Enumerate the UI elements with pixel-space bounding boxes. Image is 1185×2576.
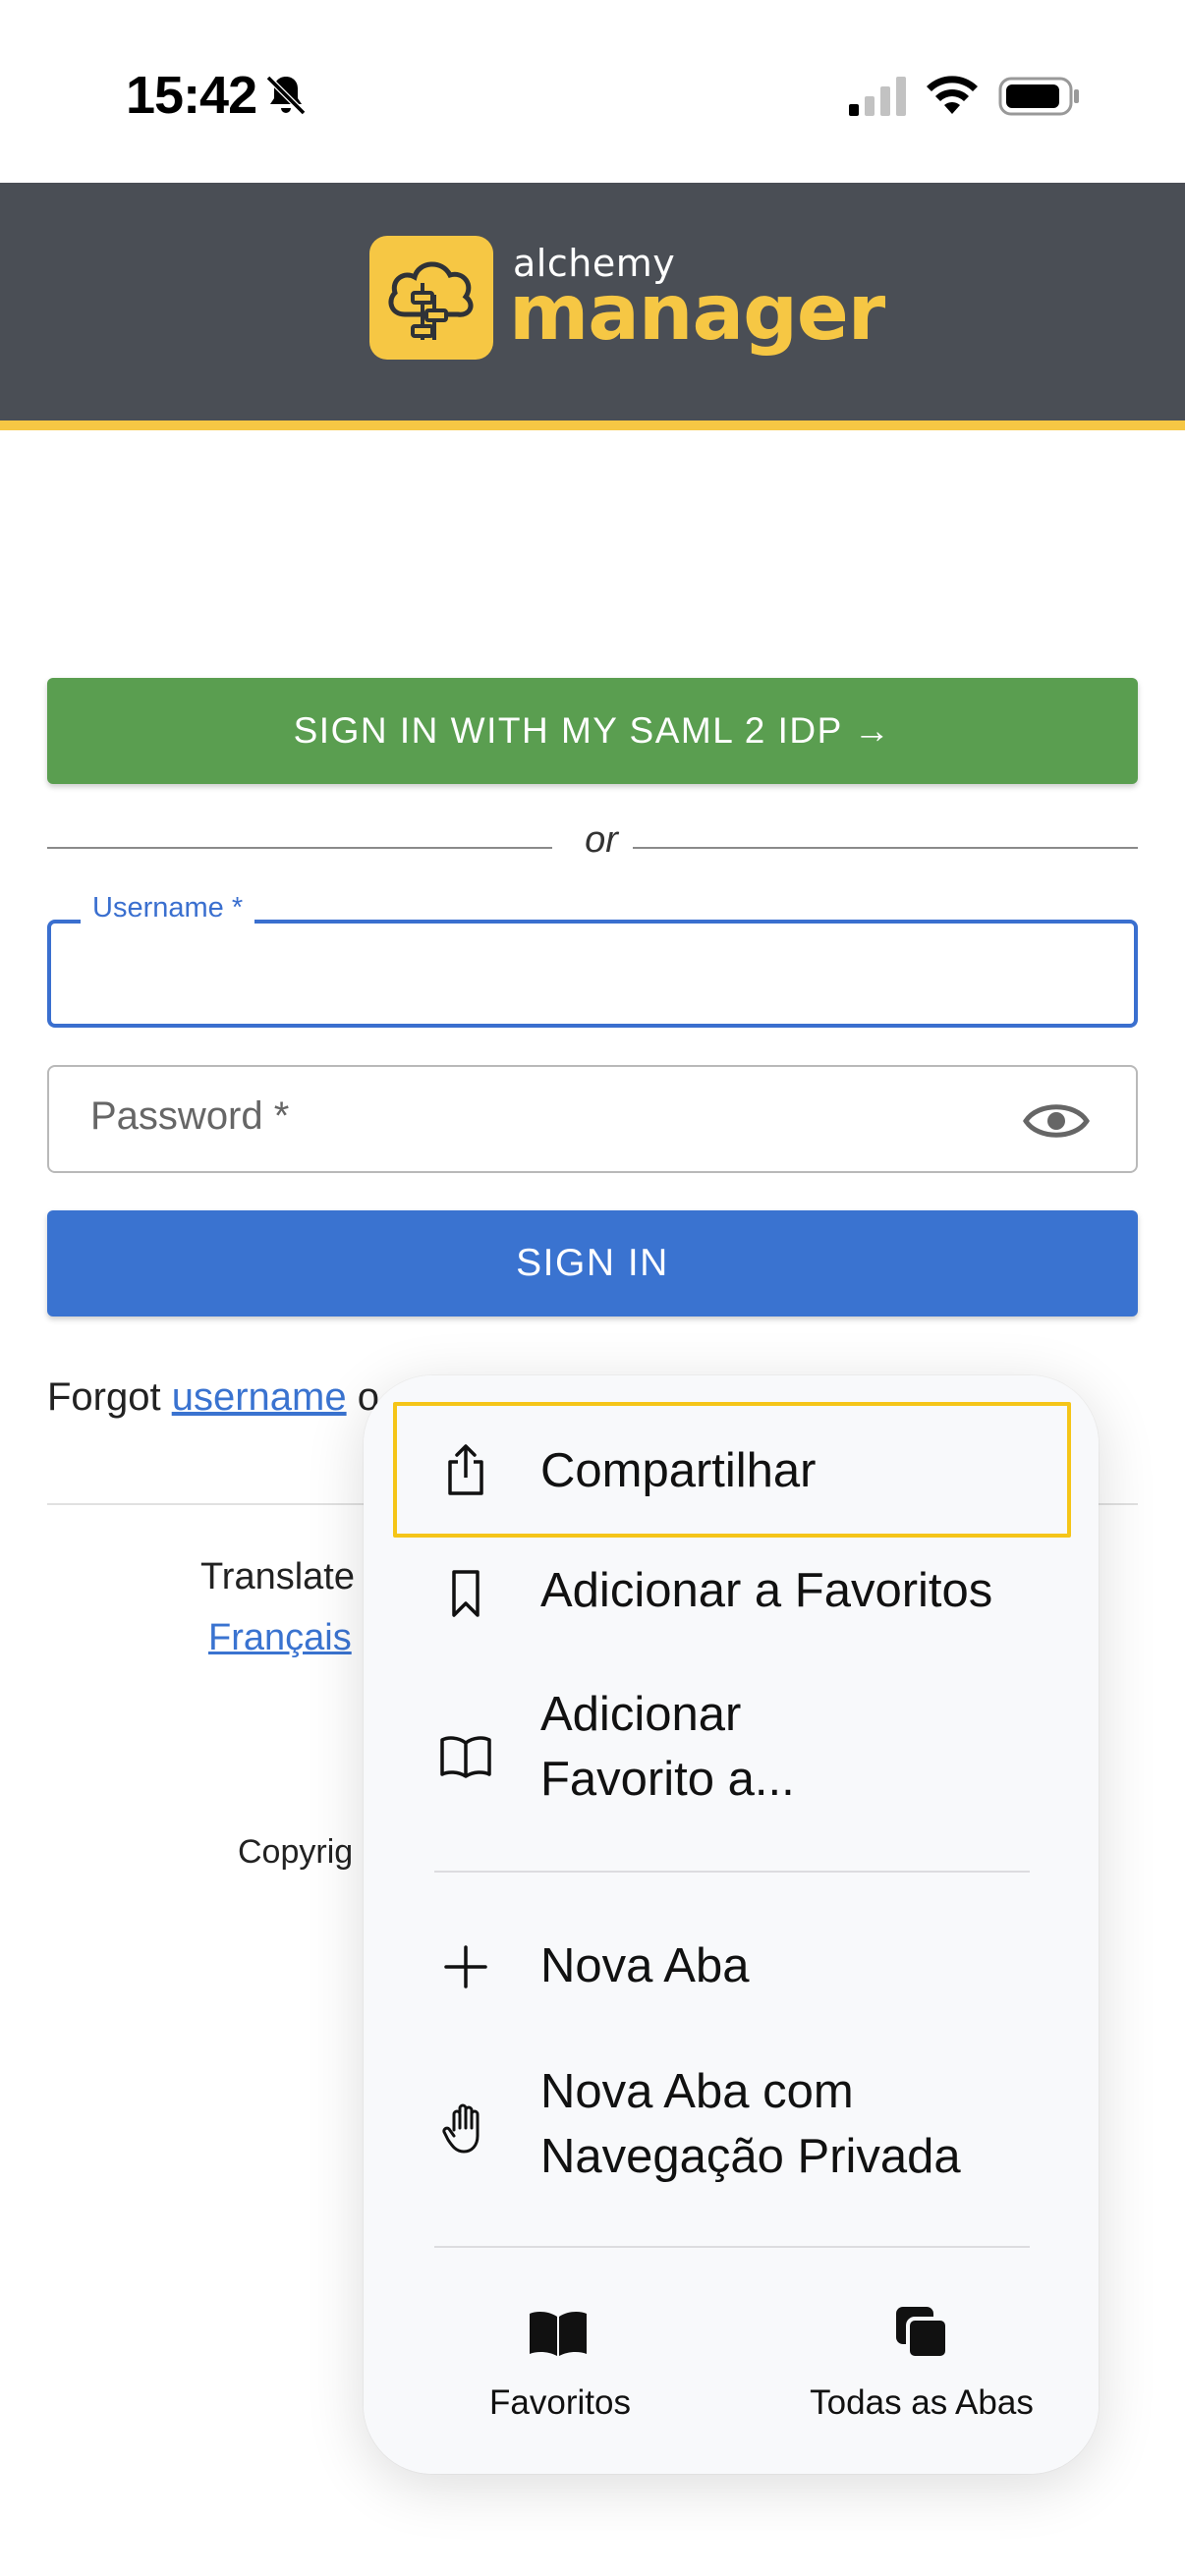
browser-context-menu: Compartilhar Adicionar a Favoritos Adici… xyxy=(364,1375,1099,2474)
copyright-text: Copyrig xyxy=(238,1833,354,1871)
status-time: 15:42 xyxy=(126,66,257,125)
forgot-username-link[interactable]: username xyxy=(172,1375,347,1419)
password-placeholder: Password * xyxy=(90,1094,290,1138)
book-open-icon xyxy=(440,1736,491,1778)
username-field[interactable]: Username * xyxy=(47,892,1138,1028)
eye-icon[interactable] xyxy=(1022,1096,1091,1146)
status-bar: 15:42 xyxy=(0,0,1185,183)
saml-sign-in-button[interactable]: SIGN IN WITH MY SAML 2 IDP → xyxy=(47,678,1138,784)
menu-divider xyxy=(434,1871,1030,1873)
menu-label-new-private-tab: Nova Aba com Navegação Privada xyxy=(540,2059,961,2189)
menu-item-new-private-tab[interactable]: Nova Aba com Navegação Privada xyxy=(364,2049,1099,2207)
battery-icon xyxy=(998,77,1079,116)
menu-label-new-tab: Nova Aba xyxy=(540,1939,750,1992)
favorites-button[interactable]: Favoritos xyxy=(452,2289,668,2436)
divider-line-left xyxy=(47,847,552,849)
hand-icon xyxy=(442,2103,480,2154)
divider-line-right xyxy=(633,847,1138,849)
sign-in-button[interactable]: SIGN IN xyxy=(47,1210,1138,1316)
bookmark-icon xyxy=(452,1570,480,1617)
share-icon xyxy=(448,1444,483,1495)
menu-label-add-bookmark-to-line1: Adicionar xyxy=(540,1688,742,1741)
forgot-credentials-row: Forgot username o xyxy=(47,1375,379,1420)
menu-item-share[interactable]: Compartilhar xyxy=(364,1403,1099,1539)
tabs-icon xyxy=(896,2307,949,2360)
menu-label-new-private-tab-line2: Navegação Privada xyxy=(540,2130,961,2183)
forgot-prefix: Forgot xyxy=(47,1375,172,1419)
favorites-label: Favoritos xyxy=(489,2383,631,2422)
or-text: or xyxy=(585,819,618,861)
francais-link[interactable]: Français xyxy=(208,1617,352,1659)
or-divider: or xyxy=(47,819,1138,874)
book-filled-icon xyxy=(530,2312,587,2356)
menu-label-share: Compartilhar xyxy=(540,1444,817,1497)
cloud-sliders-logo-icon xyxy=(369,236,493,360)
header-accent-stripe xyxy=(0,420,1185,430)
menu-item-add-bookmark[interactable]: Adicionar a Favoritos xyxy=(364,1544,1099,1652)
menu-label-new-private-tab-line1: Nova Aba com xyxy=(540,2065,854,2118)
menu-label-add-bookmark: Adicionar a Favoritos xyxy=(540,1564,993,1617)
plus-icon xyxy=(444,1945,487,1988)
menu-label-add-bookmark-to: Adicionar Favorito a... xyxy=(540,1682,795,1812)
translate-text: Translate xyxy=(200,1556,355,1597)
all-tabs-button[interactable]: Todas as Abas xyxy=(774,2289,1069,2436)
menu-item-add-bookmark-to[interactable]: Adicionar Favorito a... xyxy=(364,1682,1099,1839)
logo-text-manager: manager xyxy=(509,269,885,358)
username-label: Username * xyxy=(81,892,255,924)
menu-label-add-bookmark-to-line2: Favorito a... xyxy=(540,1753,795,1806)
wifi-icon xyxy=(927,76,978,114)
menu-divider xyxy=(434,2246,1030,2248)
bell-slash-icon xyxy=(265,75,307,116)
all-tabs-label: Todas as Abas xyxy=(810,2383,1034,2422)
password-field[interactable]: Password * xyxy=(47,1065,1138,1173)
menu-item-new-tab[interactable]: Nova Aba xyxy=(364,1902,1099,2032)
cellular-signal-icon xyxy=(849,77,906,116)
